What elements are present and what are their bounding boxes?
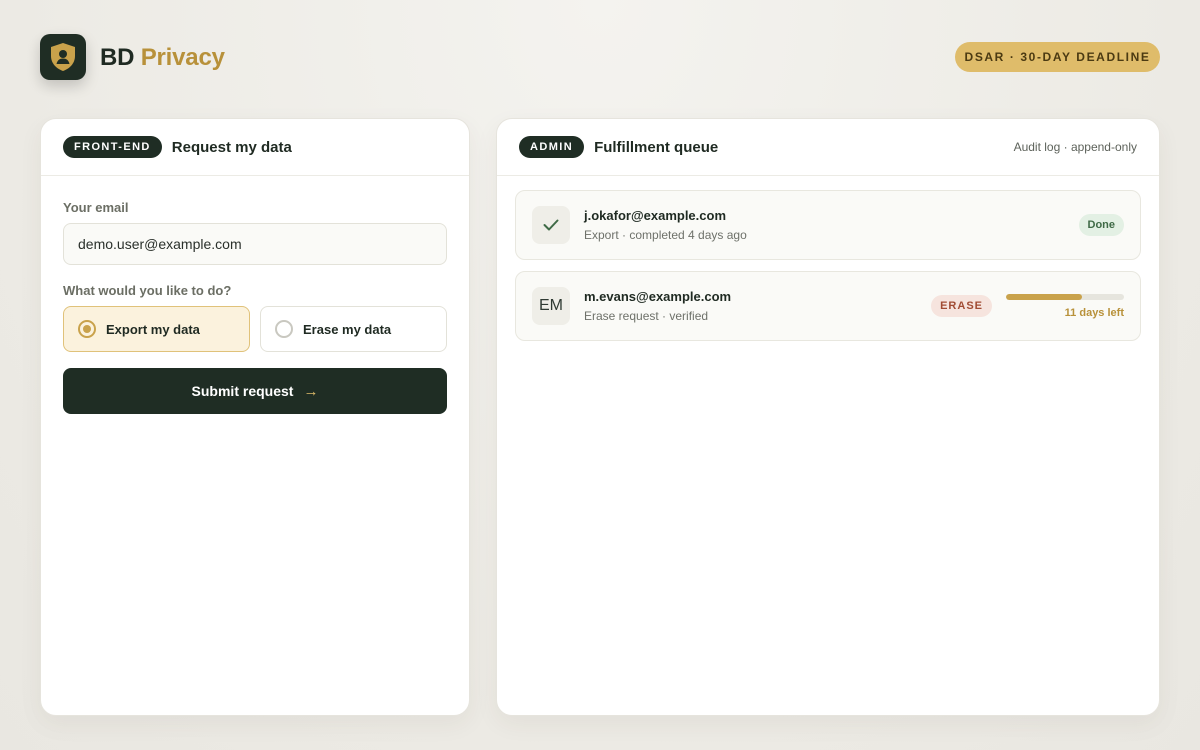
radio-selected-icon (78, 320, 96, 338)
app-logo (40, 34, 86, 80)
queue-list: j.okafor@example.com Export · completed … (497, 176, 1159, 341)
option-erase[interactable]: Erase my data (260, 306, 447, 352)
status-badge: Done (1078, 214, 1124, 236)
radio-unselected-icon (275, 320, 293, 338)
request-form: Your email What would you like to do? Ex… (41, 176, 469, 414)
email-field[interactable] (63, 223, 447, 265)
arrow-right-icon: → (303, 382, 319, 400)
audit-log-note: Audit log · append-only (1013, 140, 1137, 154)
request-type-badge: ERASE (931, 295, 992, 317)
queue-card-header: ADMIN Fulfillment queue Audit log · appe… (497, 119, 1159, 176)
deadline-badge: DSAR · 30-DAY DEADLINE (955, 42, 1160, 72)
request-card-header: FRONT-END Request my data (41, 119, 469, 176)
admin-tag: ADMIN (519, 136, 585, 158)
action-options: Export my data Erase my data (63, 306, 447, 352)
deadline-progress: 11 days left (1006, 293, 1124, 319)
progress-fill (1006, 293, 1082, 300)
frontend-tag: FRONT-END (63, 136, 162, 158)
queue-item-email: m.evans@example.com (584, 289, 732, 304)
option-erase-label: Erase my data (303, 321, 392, 337)
queue-item[interactable]: EM m.evans@example.com Erase request · v… (515, 271, 1141, 341)
brand-name-part2: Privacy (140, 44, 225, 71)
option-export-label: Export my data (106, 321, 200, 337)
submit-request-button[interactable]: Submit request → (63, 368, 447, 414)
submit-request-label: Submit request (191, 383, 294, 399)
action-question-label: What would you like to do? (63, 283, 232, 298)
email-label: Your email (63, 200, 129, 215)
brand-name: BD Privacy (100, 44, 225, 72)
request-card-title: Request my data (171, 138, 292, 156)
queue-item-detail: Export · completed 4 days ago (584, 228, 747, 242)
request-card: FRONT-END Request my data Your email Wha… (40, 118, 470, 716)
option-export[interactable]: Export my data (63, 306, 250, 352)
queue-item[interactable]: j.okafor@example.com Export · completed … (515, 190, 1141, 260)
brand-name-part1: BD (100, 44, 135, 71)
queue-card-title: Fulfillment queue (594, 138, 719, 156)
shield-user-icon (51, 43, 75, 71)
queue-item-detail: Erase request · verified (584, 309, 709, 323)
check-icon (532, 206, 570, 244)
queue-item-email: j.okafor@example.com (584, 208, 727, 223)
queue-card: ADMIN Fulfillment queue Audit log · appe… (496, 118, 1160, 716)
avatar: EM (532, 287, 570, 325)
days-left-label: 11 days left (1064, 306, 1124, 319)
progress-track (1006, 293, 1124, 300)
